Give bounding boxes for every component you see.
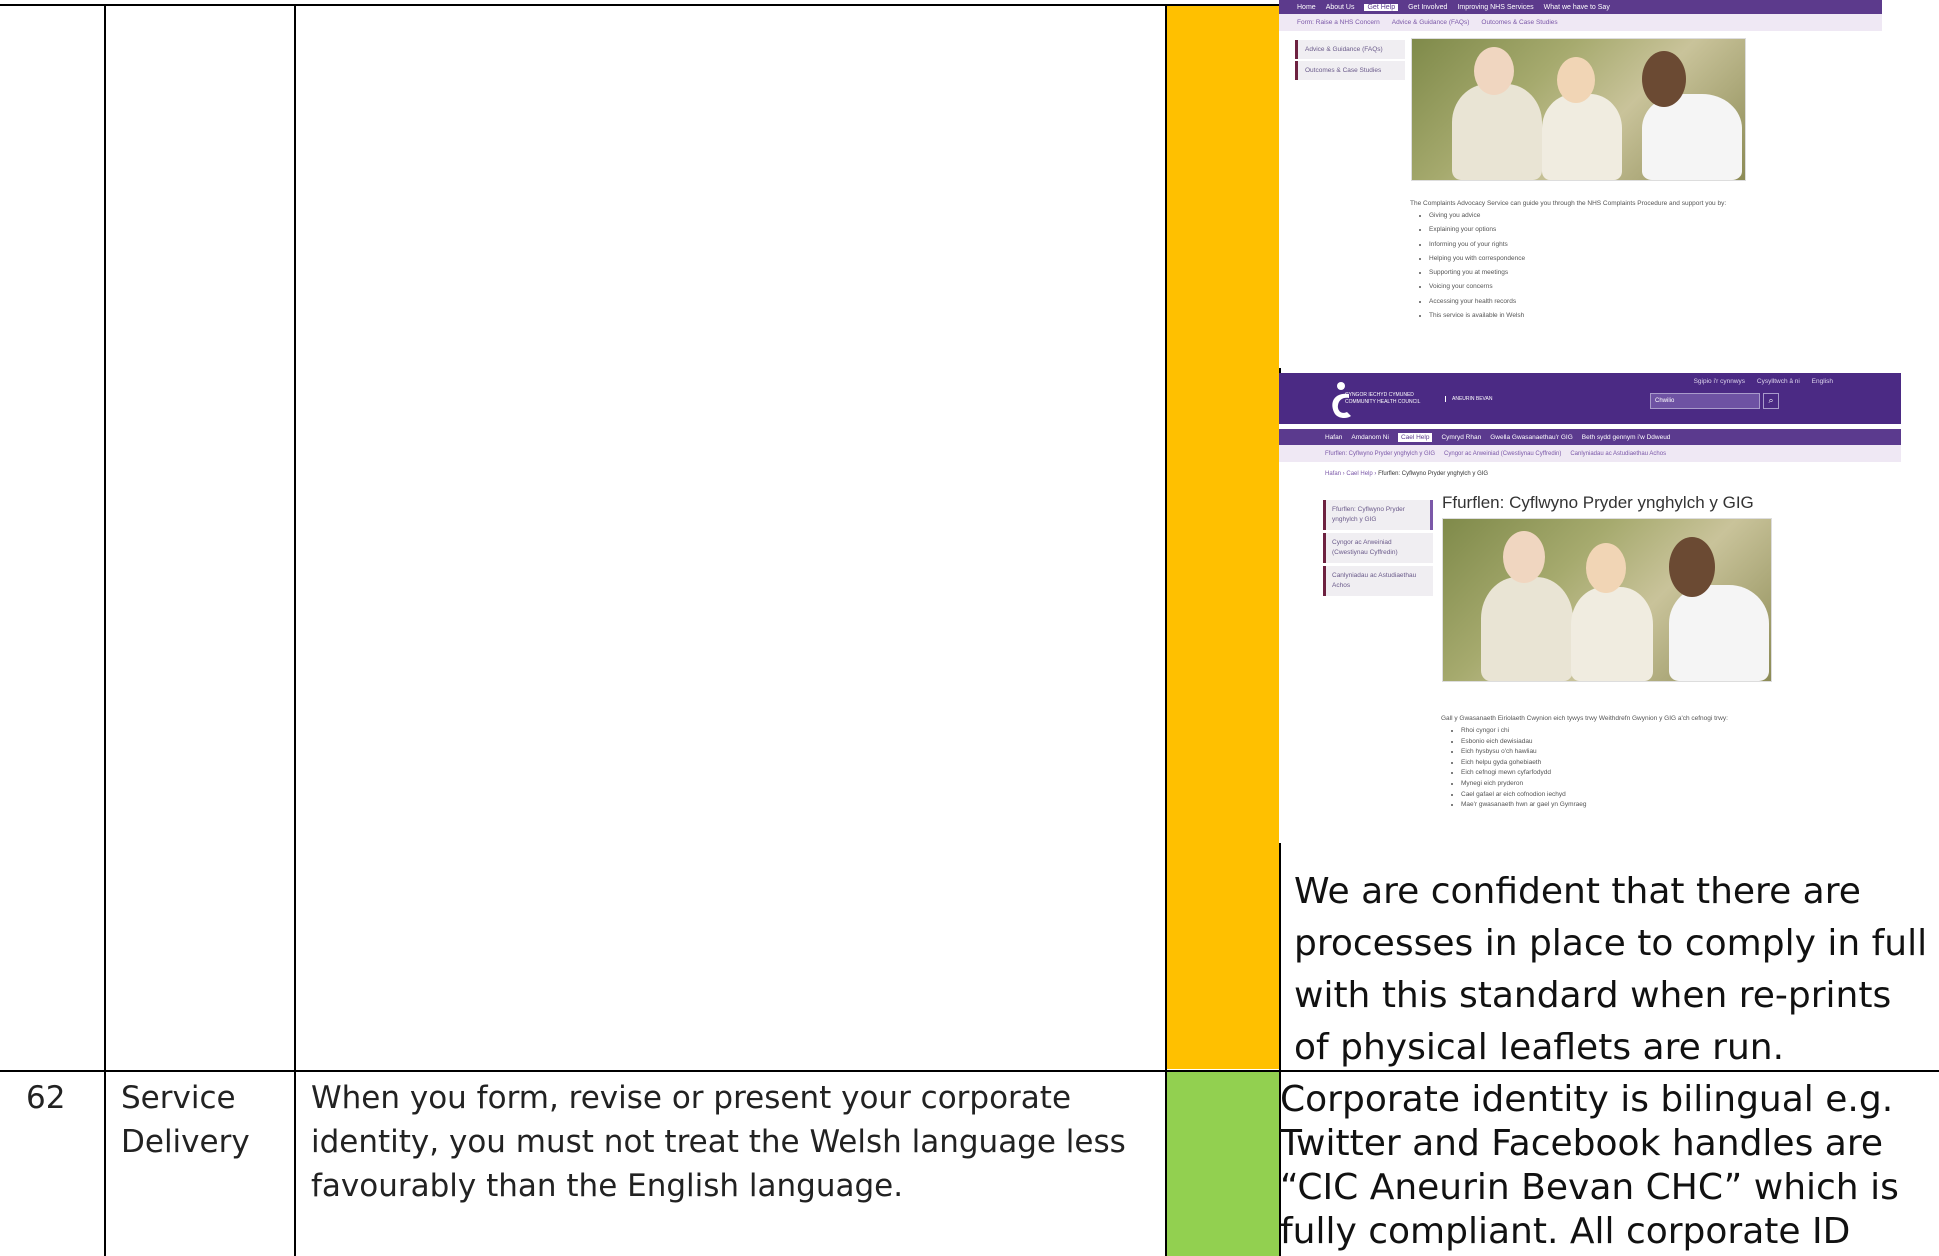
grid-line <box>0 4 1279 6</box>
top-links: Sgipio i'r cynnwys Cysylltwch â ni Engli… <box>1684 378 1833 385</box>
contact-link[interactable]: Cysylltwch â ni <box>1757 378 1800 385</box>
list-item: Esbonio eich dewisiadau <box>1461 738 1587 746</box>
grid-line <box>294 4 296 1256</box>
compliance-table: Home About Us Get Help Get Involved Impr… <box>0 0 1939 1256</box>
grid-line <box>104 4 106 1256</box>
page-title: Ffurflen: Cyflwyno Pryder ynghylch y GIG <box>1442 493 1754 512</box>
nav-item-active[interactable]: Get Help <box>1364 3 1399 11</box>
breadcrumb: Hafan › Cael Help › Ffurflen: Cyflwyno P… <box>1325 471 1489 477</box>
nav-item[interactable]: Get Involved <box>1408 4 1447 11</box>
service-list: Giving you advice Explaining your option… <box>1419 212 1525 326</box>
row-category: Service Delivery <box>121 1080 250 1160</box>
side-menu: Ffurflen: Cyflwyno Pryder ynghylch y GIG… <box>1323 500 1433 599</box>
list-item: Supporting you at meetings <box>1429 269 1525 276</box>
breadcrumb-item[interactable]: Hafan <box>1325 471 1341 477</box>
advocacy-photo <box>1411 38 1746 181</box>
nav-item[interactable]: Home <box>1297 4 1316 11</box>
compliance-comment: Corporate identity is bilingual e.g. Twi… <box>1280 1079 1899 1252</box>
list-item: Mae'r gwasanaeth hwn ar gael yn Gymraeg <box>1461 801 1587 809</box>
breadcrumb-item[interactable]: Cael Help <box>1346 471 1372 477</box>
website-screenshot-english: Home About Us Get Help Get Involved Impr… <box>1279 0 1882 368</box>
list-item: Rhoi cyngor i chi <box>1461 727 1587 735</box>
side-menu: Advice & Guidance (FAQs) Outcomes & Case… <box>1295 40 1405 82</box>
list-item: Accessing your health records <box>1429 298 1525 305</box>
list-item: Eich cefnogi mewn cyfarfodydd <box>1461 769 1587 777</box>
subnav-item[interactable]: Cyngor ac Arweiniad (Cwestiynau Cyffredi… <box>1444 451 1561 457</box>
side-menu-item[interactable]: Cyngor ac Arweiniad (Cwestiynau Cyffredi… <box>1323 533 1433 563</box>
sub-nav: Ffurflen: Cyflwyno Pryder ynghylch y GIG… <box>1279 445 1901 462</box>
side-menu-item[interactable]: Advice & Guidance (FAQs) <box>1295 40 1405 59</box>
nav-item[interactable]: About Us <box>1326 4 1355 11</box>
row-number: 62 <box>26 1080 66 1116</box>
nav-item[interactable]: Improving NHS Services <box>1457 4 1533 11</box>
website-screenshot-welsh: CYNGOR IECHYD CYMUNED COMMUNITY HEALTH CO… <box>1279 373 1901 843</box>
row-standard: When you form, revise or present your co… <box>311 1080 1126 1204</box>
list-item: Helping you with correspondence <box>1429 255 1525 262</box>
list-item: Cael gafael ar eich cofnodion iechyd <box>1461 791 1587 799</box>
subnav-item[interactable]: Outcomes & Case Studies <box>1481 19 1557 26</box>
list-item: Informing you of your rights <box>1429 241 1525 248</box>
service-list: Rhoi cyngor i chi Esbonio eich dewisiada… <box>1451 727 1587 812</box>
advocacy-photo <box>1442 518 1772 682</box>
sub-nav: Form: Raise a NHS Concern Advice & Guida… <box>1279 14 1882 31</box>
rating-cell-green <box>1167 1072 1279 1256</box>
site-header: CYNGOR IECHYD CYMUNED COMMUNITY HEALTH CO… <box>1279 373 1901 424</box>
language-link[interactable]: English <box>1812 378 1833 385</box>
main-nav: Home About Us Get Help Get Involved Impr… <box>1279 0 1882 14</box>
service-intro: Gall y Gwasanaeth Eiriolaeth Cwynion eic… <box>1441 715 1728 722</box>
nav-item-active[interactable]: Cael Help <box>1397 432 1433 442</box>
nav-item[interactable]: Cymryd Rhan <box>1441 434 1481 441</box>
logo-text: CYNGOR IECHYD CYMUNED COMMUNITY HEALTH CO… <box>1345 392 1421 405</box>
logo-subtitle: ANEURIN BEVAN <box>1445 396 1492 402</box>
side-menu-item[interactable]: Ffurflen: Cyflwyno Pryder ynghylch y GIG <box>1323 500 1433 530</box>
list-item: Eich hysbysu o'ch hawliau <box>1461 748 1587 756</box>
skip-link[interactable]: Sgipio i'r cynnwys <box>1694 378 1745 385</box>
nav-item[interactable]: What we have to Say <box>1544 4 1610 11</box>
list-item: Explaining your options <box>1429 226 1525 233</box>
list-item: Eich helpu gyda gohebiaeth <box>1461 759 1587 767</box>
list-item: Mynegi eich pryderon <box>1461 780 1587 788</box>
subnav-item[interactable]: Advice & Guidance (FAQs) <box>1392 19 1470 26</box>
main-nav: Hafan Amdanom Ni Cael Help Cymryd Rhan G… <box>1279 429 1901 445</box>
compliance-comment: We are confident that there are processe… <box>1294 871 1928 1068</box>
nav-item[interactable]: Gwella Gwasanaethau'r GIG <box>1490 434 1573 441</box>
rating-cell-amber <box>1167 6 1279 1069</box>
subnav-item[interactable]: Form: Raise a NHS Concern <box>1297 19 1380 26</box>
search-input[interactable]: Chwilio <box>1650 393 1760 409</box>
breadcrumb-current: Ffurflen: Cyflwyno Pryder ynghylch y GIG <box>1378 471 1489 477</box>
nav-item[interactable]: Beth sydd gennym i'w Ddweud <box>1582 434 1671 441</box>
side-menu-item[interactable]: Canlyniadau ac Astudiaethau Achos <box>1323 566 1433 596</box>
list-item: Giving you advice <box>1429 212 1525 219</box>
service-intro: The Complaints Advocacy Service can guid… <box>1410 200 1727 207</box>
subnav-item[interactable]: Canlyniadau ac Astudiaethau Achos <box>1570 451 1666 457</box>
subnav-item[interactable]: Ffurflen: Cyflwyno Pryder ynghylch y GIG <box>1325 451 1435 457</box>
nav-item[interactable]: Amdanom Ni <box>1351 434 1389 441</box>
side-menu-item[interactable]: Outcomes & Case Studies <box>1295 61 1405 80</box>
nav-item[interactable]: Hafan <box>1325 434 1342 441</box>
list-item: This service is available in Welsh <box>1429 312 1525 319</box>
list-item: Voicing your concerns <box>1429 283 1525 290</box>
search-icon[interactable]: ⌕ <box>1763 393 1779 409</box>
